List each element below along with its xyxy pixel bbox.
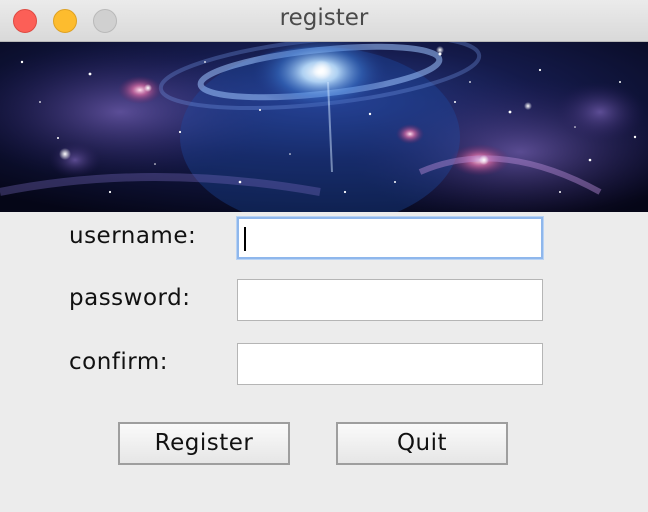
password-label: password: [69, 285, 191, 311]
confirm-label: confirm: [69, 349, 168, 375]
username-label: username: [69, 223, 197, 249]
password-field[interactable] [237, 279, 543, 321]
window-title: register [279, 5, 369, 31]
title-bar[interactable]: register [0, 0, 648, 42]
galaxy-banner-image [0, 42, 648, 212]
quit-button[interactable]: Quit [336, 422, 508, 465]
register-button[interactable]: Register [118, 422, 290, 465]
username-field[interactable] [237, 217, 543, 259]
text-caret [244, 227, 246, 251]
register-window: register username: password: confirm: Re… [0, 0, 648, 512]
confirm-password-field[interactable] [237, 343, 543, 385]
